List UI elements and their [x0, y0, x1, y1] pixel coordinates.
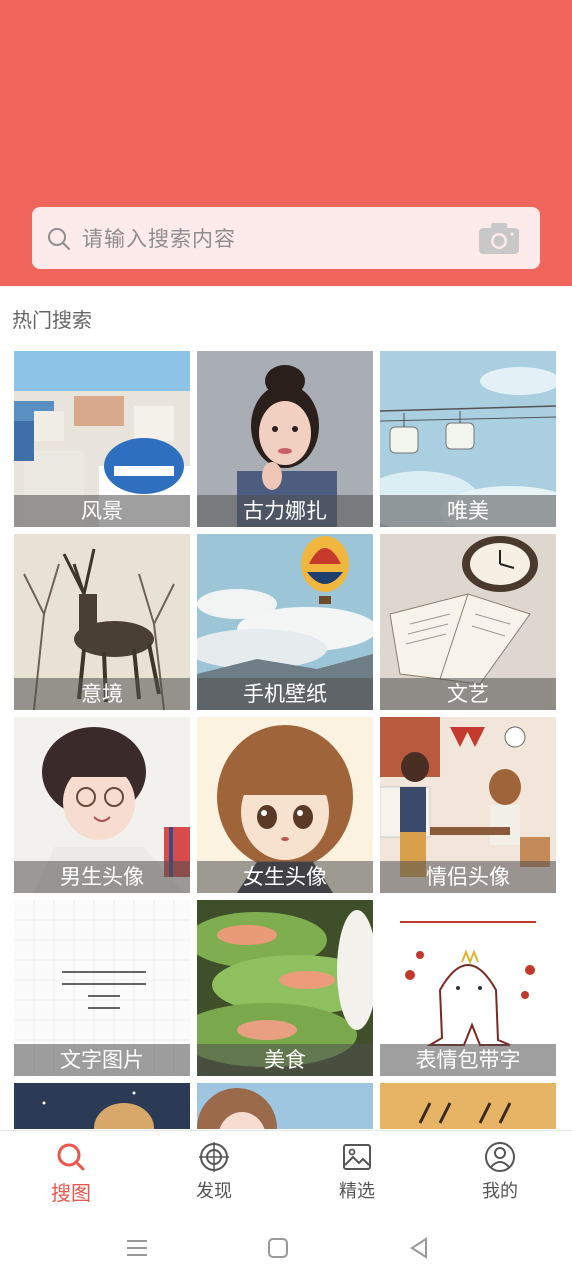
- search-icon: [57, 1143, 85, 1171]
- nav-featured[interactable]: 精选: [307, 1141, 407, 1221]
- target-icon: [199, 1142, 229, 1172]
- nav-label: 精选: [339, 1181, 375, 1202]
- tile-literary[interactable]: 文艺: [380, 534, 556, 710]
- tile-label: 情侣头像: [380, 861, 556, 893]
- tile-girl-avatar[interactable]: 女生头像: [197, 717, 373, 893]
- bottom-nav: 搜图 发现 精选 我的: [0, 1130, 572, 1221]
- nav-profile[interactable]: 我的: [450, 1141, 550, 1221]
- tile-label: 男生头像: [14, 861, 190, 893]
- nav-search-images[interactable]: 搜图: [21, 1141, 121, 1221]
- tile-label: 文字图片: [14, 1044, 190, 1076]
- search-icon: [48, 228, 70, 250]
- nav-label: 发现: [196, 1181, 232, 1202]
- menu-icon[interactable]: [125, 1236, 149, 1260]
- tile-mood[interactable]: 意境: [14, 534, 190, 710]
- tile-wallpaper[interactable]: 手机壁纸: [197, 534, 373, 710]
- nav-discover[interactable]: 发现: [164, 1141, 264, 1221]
- tile-label: 美食: [197, 1044, 373, 1076]
- search-input[interactable]: 请输入搜索内容: [82, 223, 236, 253]
- tile-gulinazha[interactable]: 古力娜扎: [197, 351, 373, 527]
- image-icon: [343, 1144, 371, 1170]
- anime-girl-image: [197, 1083, 373, 1129]
- nav-label: 我的: [482, 1181, 518, 1202]
- tile-label: 女生头像: [197, 861, 373, 893]
- system-navigation-bar: [0, 1220, 572, 1280]
- home-icon[interactable]: [266, 1236, 290, 1260]
- nav-label: 搜图: [51, 1181, 91, 1205]
- tile-label: 古力娜扎: [197, 495, 373, 527]
- tile-next-2[interactable]: [197, 1083, 373, 1129]
- tile-boy-avatar[interactable]: 男生头像: [14, 717, 190, 893]
- night-sky-image: [14, 1083, 190, 1129]
- tile-label: 唯美: [380, 495, 556, 527]
- tile-label: 表情包带字: [380, 1044, 556, 1076]
- user-icon: [485, 1142, 515, 1172]
- tile-next-1[interactable]: [14, 1083, 190, 1129]
- deer-silhouette-image: [380, 1083, 556, 1129]
- tile-label: 手机壁纸: [197, 678, 373, 710]
- tile-couple-avatar[interactable]: 情侣头像: [380, 717, 556, 893]
- tile-meme-with-text[interactable]: 表情包带字: [380, 900, 556, 1076]
- tile-label: 文艺: [380, 678, 556, 710]
- tile-beautiful[interactable]: 唯美: [380, 351, 556, 527]
- tile-next-3[interactable]: [380, 1083, 556, 1129]
- hot-search-grid: 风景 古力娜扎 唯美 意境 手机壁纸 文艺 男生头像 女生头像 情侣头像 文字图…: [14, 351, 558, 1129]
- tile-text-image[interactable]: 文字图片: [14, 900, 190, 1076]
- tile-food[interactable]: 美食: [197, 900, 373, 1076]
- camera-icon[interactable]: [478, 221, 520, 255]
- back-icon[interactable]: [407, 1236, 431, 1260]
- tile-label: 风景: [14, 495, 190, 527]
- tile-scenery[interactable]: 风景: [14, 351, 190, 527]
- tile-label: 意境: [14, 678, 190, 710]
- hot-search-title: 热门搜索: [12, 308, 92, 332]
- search-bar[interactable]: 请输入搜索内容: [32, 207, 540, 269]
